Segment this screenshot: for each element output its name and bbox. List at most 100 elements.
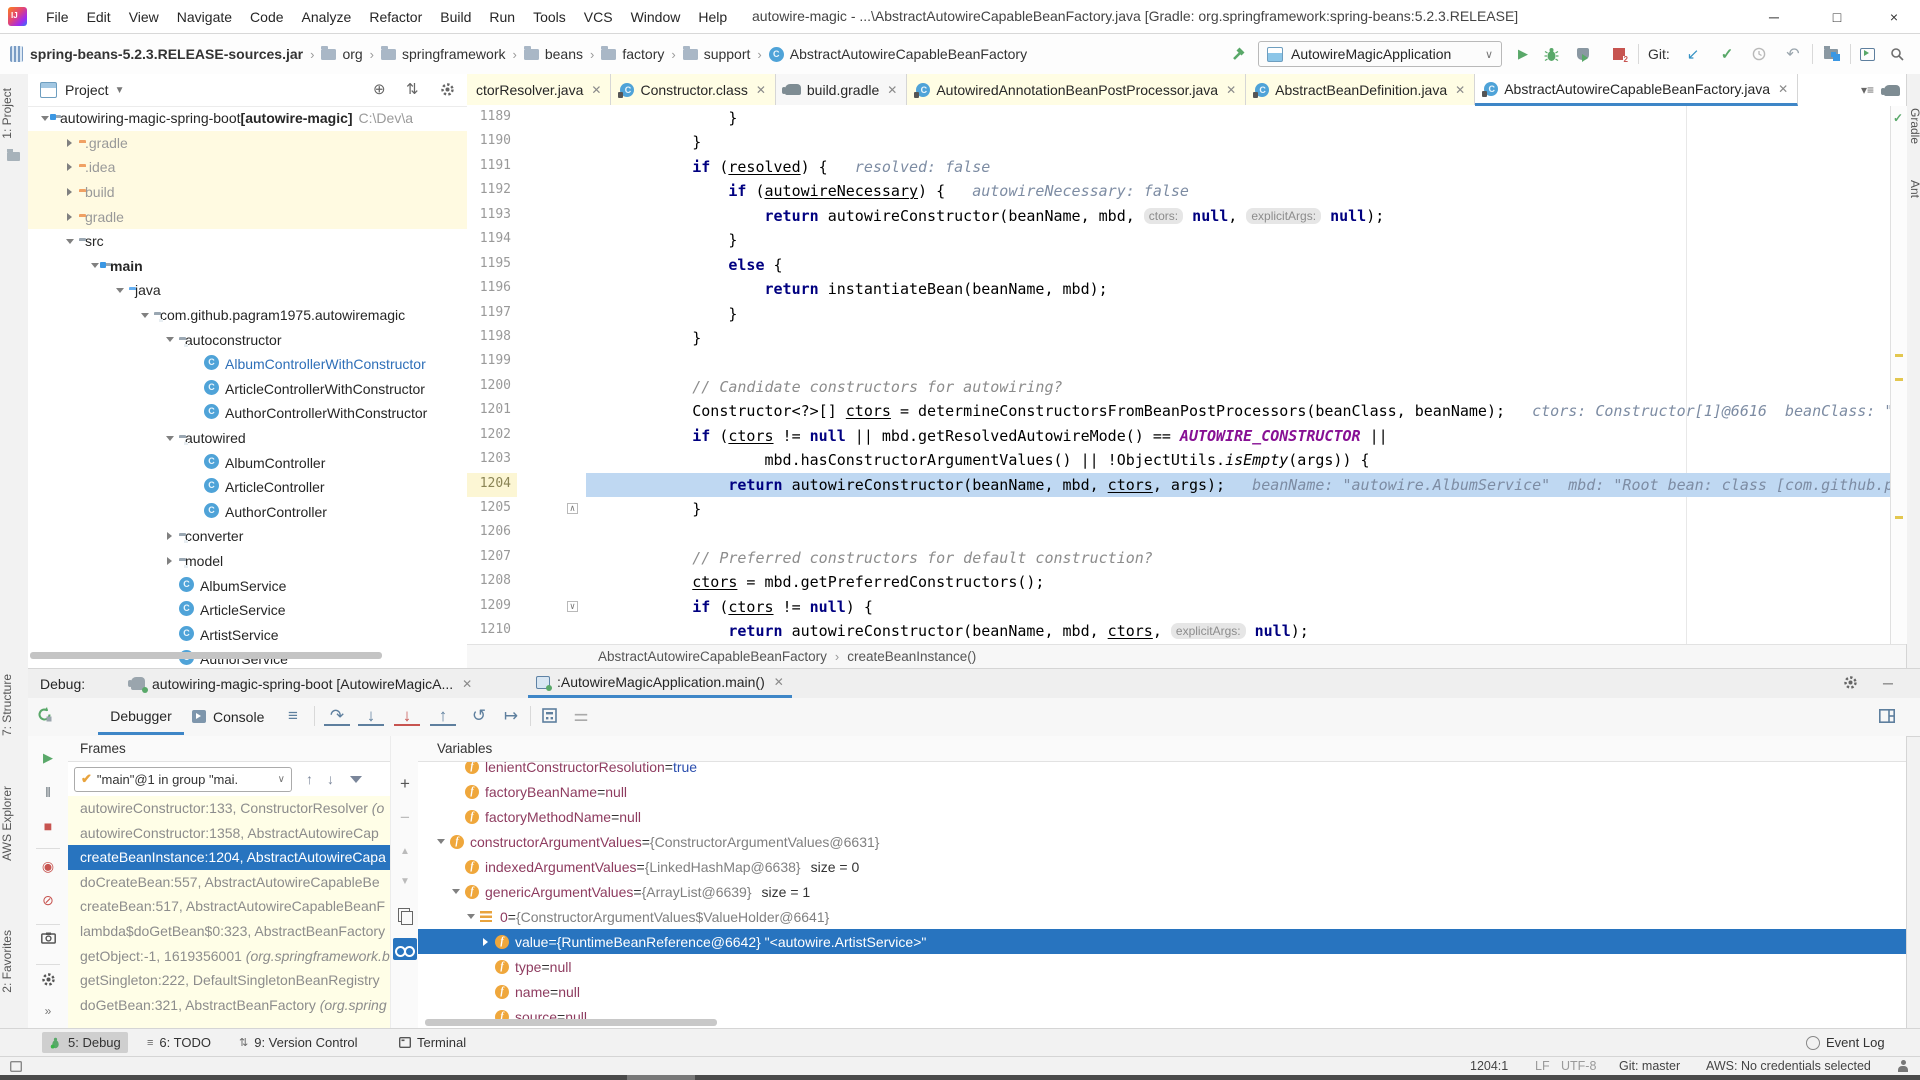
- warning-stripe-mark[interactable]: [1895, 378, 1903, 381]
- chevron-right-icon[interactable]: [483, 938, 492, 946]
- layout-settings-icon[interactable]: [1874, 706, 1900, 723]
- code-line[interactable]: 1197 }: [467, 302, 1890, 326]
- code-line[interactable]: 1203 mbd.hasConstructorArgumentValues() …: [467, 448, 1890, 472]
- tree-row[interactable]: autoconstructor: [28, 327, 467, 352]
- restore-layout-icon[interactable]: ≡: [280, 706, 306, 726]
- tree-row[interactable]: ArticleControllerWithConstructor: [28, 377, 467, 402]
- menu-code[interactable]: Code: [241, 9, 292, 25]
- toolwindow-button-ant[interactable]: Ant: [1908, 180, 1920, 198]
- line-separator[interactable]: LF: [1535, 1059, 1550, 1073]
- toolwindow-button-favorites[interactable]: 2: Favorites: [0, 930, 28, 993]
- resume-program-icon[interactable]: ▶: [28, 750, 68, 766]
- code-line[interactable]: 1206: [467, 521, 1890, 545]
- tree-row[interactable]: main: [28, 254, 467, 279]
- tree-row[interactable]: converter: [28, 524, 467, 549]
- tree-row[interactable]: gradle: [28, 204, 467, 229]
- maximize-window-icon[interactable]: □: [1815, 4, 1859, 30]
- line-number[interactable]: 1198: [467, 326, 517, 350]
- chevron-right-icon[interactable]: [67, 139, 76, 147]
- menu-refactor[interactable]: Refactor: [360, 9, 431, 25]
- code-line[interactable]: 1191 if (resolved) { resolved: false: [467, 155, 1890, 179]
- breadcrumb-item[interactable]: factory: [601, 46, 664, 62]
- tree-row[interactable]: AlbumController: [28, 450, 467, 475]
- frame-row[interactable]: createBean:517, AbstractAutowireCapableB…: [68, 894, 390, 919]
- frame-row[interactable]: getObject:-1, 1619356001 (org.springfram…: [68, 944, 390, 969]
- code-line[interactable]: 1199: [467, 350, 1890, 374]
- hide-panel-icon[interactable]: ─: [1883, 675, 1893, 691]
- horizontal-scrollbar[interactable]: [425, 1019, 717, 1026]
- breadcrumb-item[interactable]: org: [321, 46, 362, 62]
- editor-tab[interactable]: ctorResolver.java✕: [467, 74, 611, 105]
- editor-tab[interactable]: AbstractAutowireCapableBeanFactory.java✕: [1475, 74, 1798, 106]
- code-line[interactable]: 1192 if (autowireNecessary) { autowireNe…: [467, 179, 1890, 203]
- code-line[interactable]: 1190 }: [467, 130, 1890, 154]
- frame-row[interactable]: createBeanInstance:1204, AbstractAutowir…: [68, 845, 390, 870]
- line-number[interactable]: 1204: [467, 473, 517, 497]
- debug-session-tab[interactable]: :AutowireMagicApplication.main()✕: [528, 669, 792, 698]
- tree-row[interactable]: com.github.pagram1975.autowiremagic: [28, 303, 467, 328]
- thread-select[interactable]: ✔ "main"@1 in group "mai. ∨: [74, 767, 292, 792]
- close-tab-icon[interactable]: ✕: [774, 675, 784, 689]
- editor-tab[interactable]: build.gradle✕: [776, 74, 907, 105]
- tree-row[interactable]: java: [28, 278, 467, 303]
- history-clock-icon[interactable]: [1748, 43, 1770, 65]
- menu-build[interactable]: Build: [431, 9, 480, 25]
- toolwindow-button-project[interactable]: 1: Project: [0, 88, 28, 139]
- chevron-down-icon[interactable]: [166, 436, 174, 445]
- locate-file-icon[interactable]: ⊕: [373, 82, 386, 98]
- toolwindow-button-structure[interactable]: 7: Structure: [0, 674, 28, 736]
- run-to-cursor-icon[interactable]: ↦: [498, 706, 524, 726]
- line-number[interactable]: 1190: [467, 130, 517, 154]
- line-number[interactable]: 1193: [467, 204, 517, 228]
- line-number[interactable]: 1194: [467, 228, 517, 252]
- menu-view[interactable]: View: [120, 9, 168, 25]
- tree-row[interactable]: src: [28, 229, 467, 254]
- stop-button[interactable]: 2: [1608, 43, 1630, 65]
- chevron-down-icon[interactable]: [166, 337, 174, 346]
- close-tab-icon[interactable]: ✕: [1455, 83, 1465, 97]
- variable-row[interactable]: indexedArgumentValues = {LinkedHashMap@6…: [418, 854, 1906, 879]
- step-into-icon[interactable]: ↓: [358, 708, 384, 726]
- menu-vcs[interactable]: VCS: [575, 9, 622, 25]
- menu-tools[interactable]: Tools: [524, 9, 575, 25]
- breadcrumb-item[interactable]: support: [683, 46, 751, 62]
- toolwindow-button-terminal[interactable]: Terminal: [392, 1032, 473, 1053]
- remove-watch-icon[interactable]: −: [391, 808, 419, 828]
- code-line[interactable]: 1210 return autowireConstructor(beanName…: [467, 619, 1890, 643]
- tab-console[interactable]: Console: [192, 698, 264, 735]
- code-line[interactable]: 1193 return autowireConstructor(beanName…: [467, 204, 1890, 228]
- run-configuration-select[interactable]: AutowireMagicApplication ∨: [1258, 41, 1502, 67]
- tree-row[interactable]: model: [28, 549, 467, 574]
- editor-tab[interactable]: Constructor.class✕: [611, 74, 775, 105]
- frame-row[interactable]: doGetBean:321, AbstractBeanFactory (org.…: [68, 993, 390, 1018]
- mute-breakpoints-icon[interactable]: ⊘: [28, 892, 68, 909]
- line-number[interactable]: 1191: [467, 155, 517, 179]
- horizontal-scrollbar[interactable]: [30, 652, 382, 659]
- run-button[interactable]: ▶: [1512, 43, 1534, 65]
- line-number[interactable]: 1207: [467, 546, 517, 570]
- variable-row[interactable]: 0 = {ConstructorArgumentValues$ValueHold…: [418, 904, 1906, 929]
- line-number[interactable]: 1189: [467, 106, 517, 130]
- collapse-all-icon[interactable]: ⇅: [406, 82, 419, 98]
- chevron-down-icon[interactable]: [116, 288, 124, 297]
- toolwindow-button-todo[interactable]: ≡6: TODO: [140, 1032, 218, 1053]
- frame-row[interactable]: doCreateBean:557, AbstractAutowireCapabl…: [68, 870, 390, 895]
- variable-row[interactable]: type = null: [418, 954, 1906, 979]
- editor-tab[interactable]: AbstractBeanDefinition.java✕: [1246, 74, 1475, 105]
- variable-row[interactable]: genericArgumentValues = {ArrayList@6639}…: [418, 879, 1906, 904]
- project-structure-icon[interactable]: [1820, 43, 1842, 65]
- close-tab-icon[interactable]: ✕: [1226, 83, 1236, 97]
- rerun-icon[interactable]: [36, 706, 62, 723]
- thread-dump-camera-icon[interactable]: [28, 932, 68, 944]
- tree-row[interactable]: autowired: [28, 426, 467, 451]
- git-commit-icon[interactable]: ✓: [1716, 43, 1738, 65]
- code-line[interactable]: 1194 }: [467, 228, 1890, 252]
- move-watch-up-icon[interactable]: ▲: [391, 846, 419, 857]
- variable-row[interactable]: name = null: [418, 979, 1906, 1004]
- breadcrumb-method[interactable]: createBeanInstance(): [847, 649, 976, 664]
- line-number[interactable]: 1202: [467, 424, 517, 448]
- chevron-down-icon[interactable]: [437, 839, 445, 848]
- tree-row[interactable]: AuthorController: [28, 500, 467, 525]
- frame-row[interactable]: lambda$doGetBean$0:323, AbstractBeanFact…: [68, 919, 390, 944]
- toolwindow-button-aws-explorer[interactable]: AWS Explorer: [0, 786, 28, 861]
